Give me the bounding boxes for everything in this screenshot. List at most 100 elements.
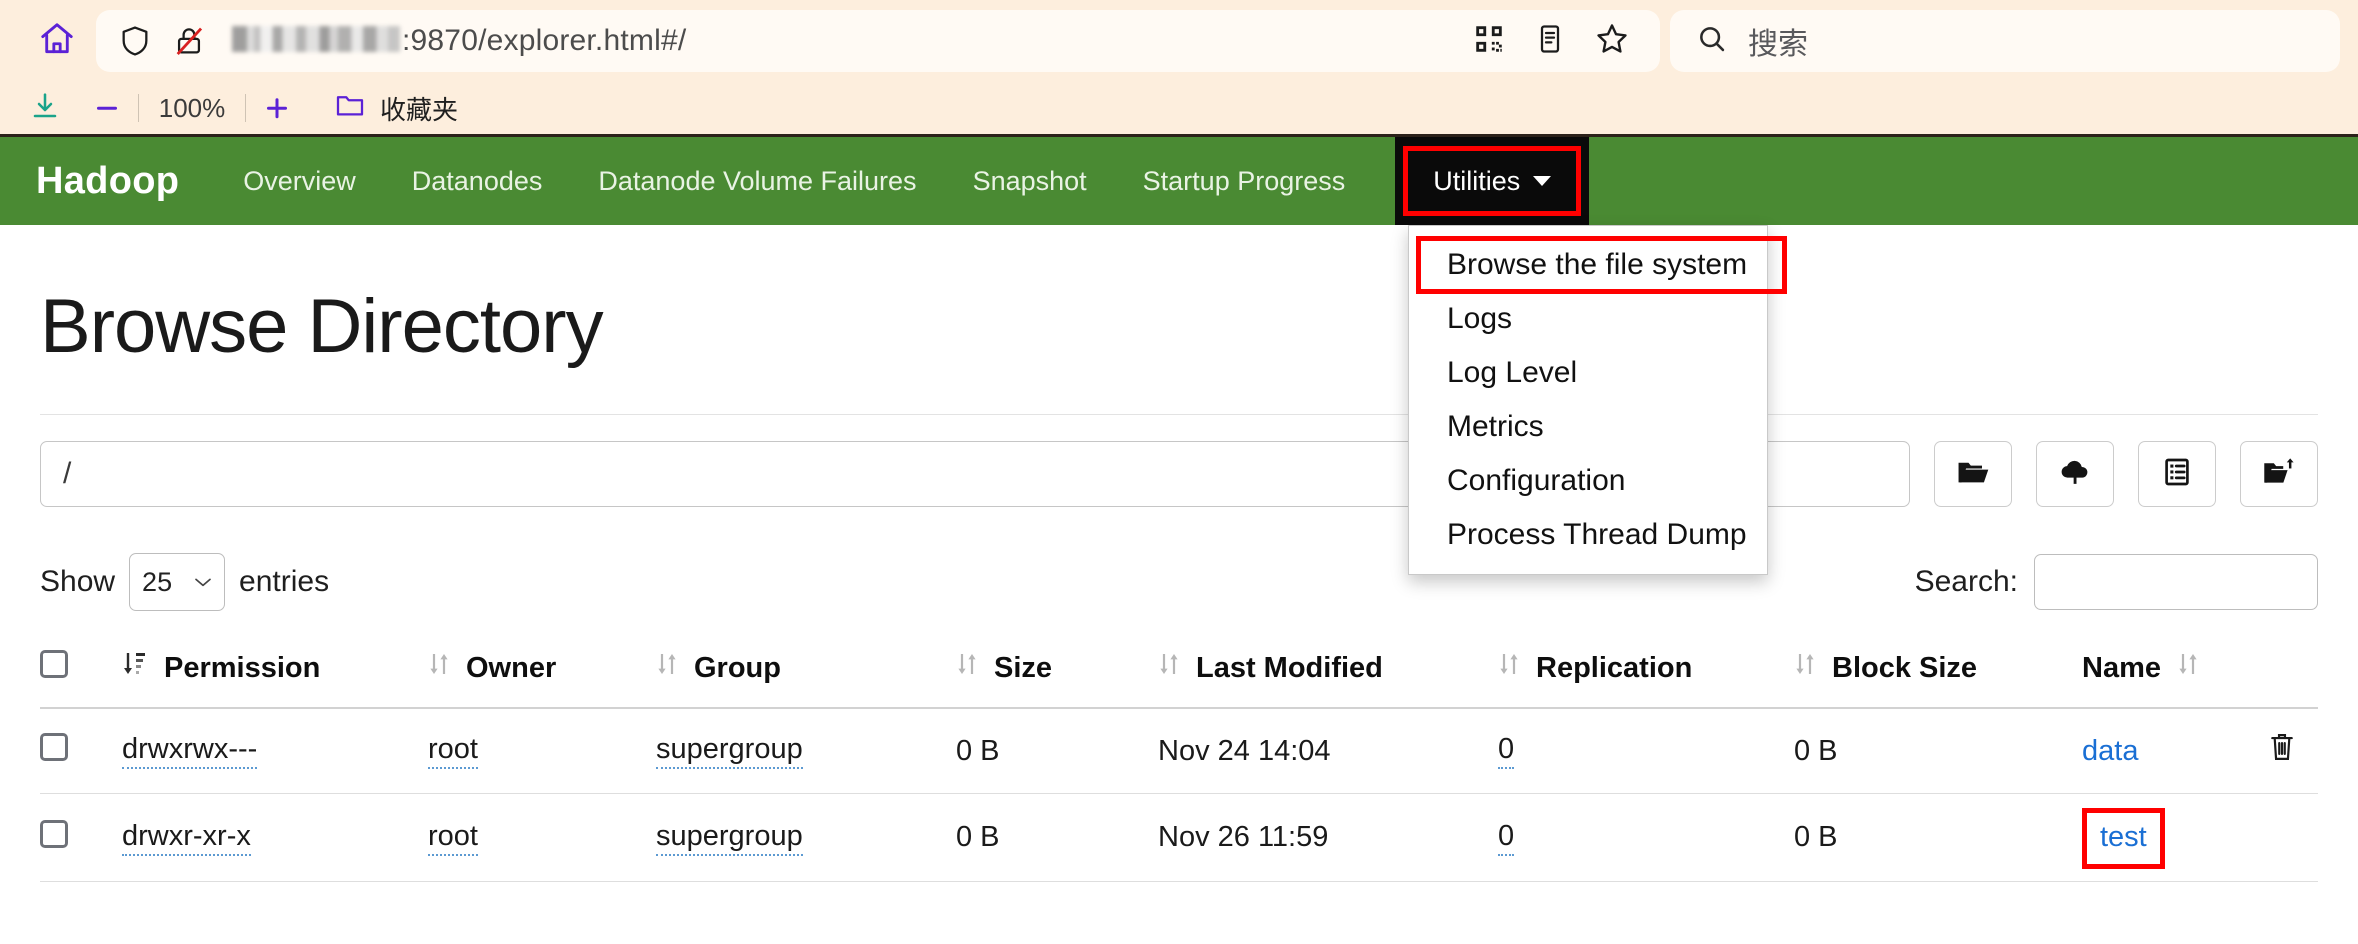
row-checkbox[interactable]	[40, 733, 68, 761]
cell-block-size: 0 B	[1794, 794, 2082, 882]
sort-icon	[2177, 649, 2199, 687]
path-toolbar: /	[40, 441, 2318, 507]
navbar-brand[interactable]: Hadoop	[0, 137, 215, 225]
title-divider	[40, 414, 2318, 415]
shield-icon[interactable]	[118, 24, 152, 58]
row-select-cell[interactable]	[40, 794, 122, 882]
paste-list-button[interactable]	[2138, 441, 2216, 507]
qr-code-icon[interactable]	[1472, 22, 1506, 61]
replication-value: 0	[1498, 822, 1514, 856]
select-all-checkbox[interactable]	[40, 650, 68, 678]
cell-size: 0 B	[956, 708, 1158, 794]
cell-actions	[2198, 708, 2318, 794]
sort-icon	[1158, 649, 1180, 687]
cell-actions	[2198, 794, 2318, 882]
cell-name: data	[2082, 708, 2198, 794]
page-title: Browse Directory	[40, 283, 2318, 370]
menu-item-log-level[interactable]: Log Level	[1409, 346, 1767, 400]
column-header-permission[interactable]: Permission	[122, 635, 428, 708]
url-redacted-host	[232, 26, 400, 52]
star-icon[interactable]	[1594, 21, 1630, 62]
browse-folder-button[interactable]	[1934, 441, 2012, 507]
show-label: Show	[40, 565, 115, 599]
group-value: supergroup	[656, 735, 803, 769]
folder-icon	[334, 90, 366, 127]
cell-block-size: 0 B	[1794, 708, 2082, 794]
cloud-upload-icon	[2058, 457, 2092, 492]
nav-link-datanode-volume-failures[interactable]: Datanode Volume Failures	[570, 137, 944, 225]
cell-owner: root	[428, 794, 656, 882]
upload-button[interactable]	[2036, 441, 2114, 507]
nav-link-startup-progress[interactable]: Startup Progress	[1115, 137, 1374, 225]
column-label: Permission	[164, 652, 320, 685]
cell-name: test	[2082, 794, 2198, 882]
owner-value: root	[428, 822, 478, 856]
replication-value: 0	[1498, 735, 1514, 769]
address-bar-icons	[1472, 21, 1638, 62]
url-text[interactable]: :9870/explorer.html#/	[232, 24, 686, 58]
menu-item-logs[interactable]: Logs	[1409, 292, 1767, 346]
nav-link-datanodes[interactable]: Datanodes	[384, 137, 571, 225]
row-checkbox[interactable]	[40, 820, 68, 848]
browser-search-box[interactable]: 搜索	[1670, 10, 2340, 72]
column-header-owner[interactable]: Owner	[428, 635, 656, 708]
table-row[interactable]: drwxr-xr-x root supergroup 0 B Nov 26 11…	[40, 794, 2318, 882]
nav-link-snapshot[interactable]: Snapshot	[945, 137, 1115, 225]
column-header-size[interactable]: Size	[956, 635, 1158, 708]
browser-toolbar-row: :9870/explorer.html#/	[0, 0, 2358, 82]
cell-owner: root	[428, 708, 656, 794]
sort-icon	[956, 649, 978, 687]
highlighted-name-wrap: test	[2082, 816, 2165, 859]
row-select-cell[interactable]	[40, 708, 122, 794]
search-icon	[1696, 23, 1728, 60]
utilities-dropdown-menu: Browse the file system Logs Log Level Me…	[1408, 225, 1768, 575]
sort-icon	[1498, 649, 1520, 687]
cell-permission: drwxrwx---	[122, 708, 428, 794]
sort-icon	[1794, 649, 1816, 687]
column-label: Owner	[466, 652, 556, 685]
table-row[interactable]: drwxrwx--- root supergroup 0 B Nov 24 14…	[40, 708, 2318, 794]
trash-icon[interactable]	[2268, 738, 2296, 770]
sort-desc-icon	[122, 649, 148, 687]
show-entries-group: Show 25 entries	[40, 553, 329, 611]
nav-dropdown-utilities[interactable]: Utilities	[1417, 166, 1567, 197]
column-header-last-modified[interactable]: Last Modified	[1158, 635, 1498, 708]
nav-link-overview[interactable]: Overview	[215, 137, 384, 225]
reader-view-icon[interactable]	[1534, 23, 1566, 60]
select-all-header[interactable]	[40, 635, 122, 708]
bookmarks-toolbar-button[interactable]: 收藏夹	[334, 90, 458, 127]
chevron-down-icon	[1533, 176, 1551, 186]
minus-icon	[92, 93, 122, 123]
column-label: Name	[2082, 652, 2161, 685]
download-button[interactable]	[14, 86, 76, 130]
column-header-group[interactable]: Group	[656, 635, 956, 708]
sort-icon	[428, 649, 450, 687]
plus-icon	[262, 93, 292, 123]
column-label: Block Size	[1832, 652, 1977, 685]
menu-item-configuration[interactable]: Configuration	[1409, 454, 1767, 508]
cut-paste-button[interactable]	[2240, 441, 2318, 507]
home-button[interactable]	[18, 10, 96, 72]
zoom-in-button[interactable]	[246, 86, 308, 130]
column-header-block-size[interactable]: Block Size	[1794, 635, 2082, 708]
browser-search-placeholder: 搜索	[1748, 19, 1808, 63]
menu-item-browse-the-file-system[interactable]: Browse the file system	[1409, 238, 1767, 292]
url-visible: :9870/explorer.html#/	[402, 24, 686, 58]
menu-item-process-thread-dump[interactable]: Process Thread Dump	[1409, 508, 1767, 562]
cell-group: supergroup	[656, 794, 956, 882]
file-link[interactable]: data	[2082, 735, 2138, 767]
lock-slash-icon[interactable]	[172, 24, 206, 58]
chevron-down-icon	[194, 576, 212, 588]
entries-label: entries	[239, 565, 329, 599]
menu-item-metrics[interactable]: Metrics	[1409, 400, 1767, 454]
entries-per-page-select[interactable]: 25	[129, 553, 225, 611]
column-header-name[interactable]: Name	[2082, 635, 2198, 708]
clipboard-list-icon	[2161, 456, 2193, 493]
entries-value: 25	[142, 567, 172, 598]
column-header-replication[interactable]: Replication	[1498, 635, 1794, 708]
zoom-out-button[interactable]	[76, 86, 138, 130]
file-link[interactable]: test	[2100, 821, 2147, 853]
address-bar[interactable]: :9870/explorer.html#/	[96, 10, 1660, 72]
table-search-input[interactable]	[2034, 554, 2318, 610]
column-label: Replication	[1536, 652, 1692, 685]
